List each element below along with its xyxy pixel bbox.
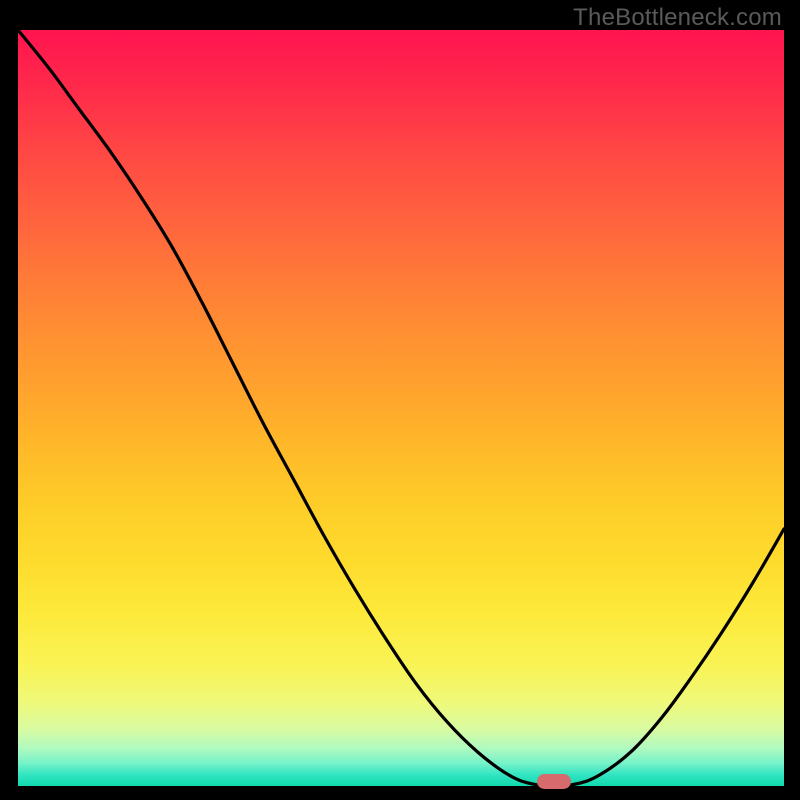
plot-area [18, 30, 784, 786]
bottleneck-curve [18, 30, 784, 786]
minimum-marker [537, 774, 571, 789]
chart-frame: TheBottleneck.com [0, 0, 800, 800]
watermark-label: TheBottleneck.com [573, 4, 782, 32]
